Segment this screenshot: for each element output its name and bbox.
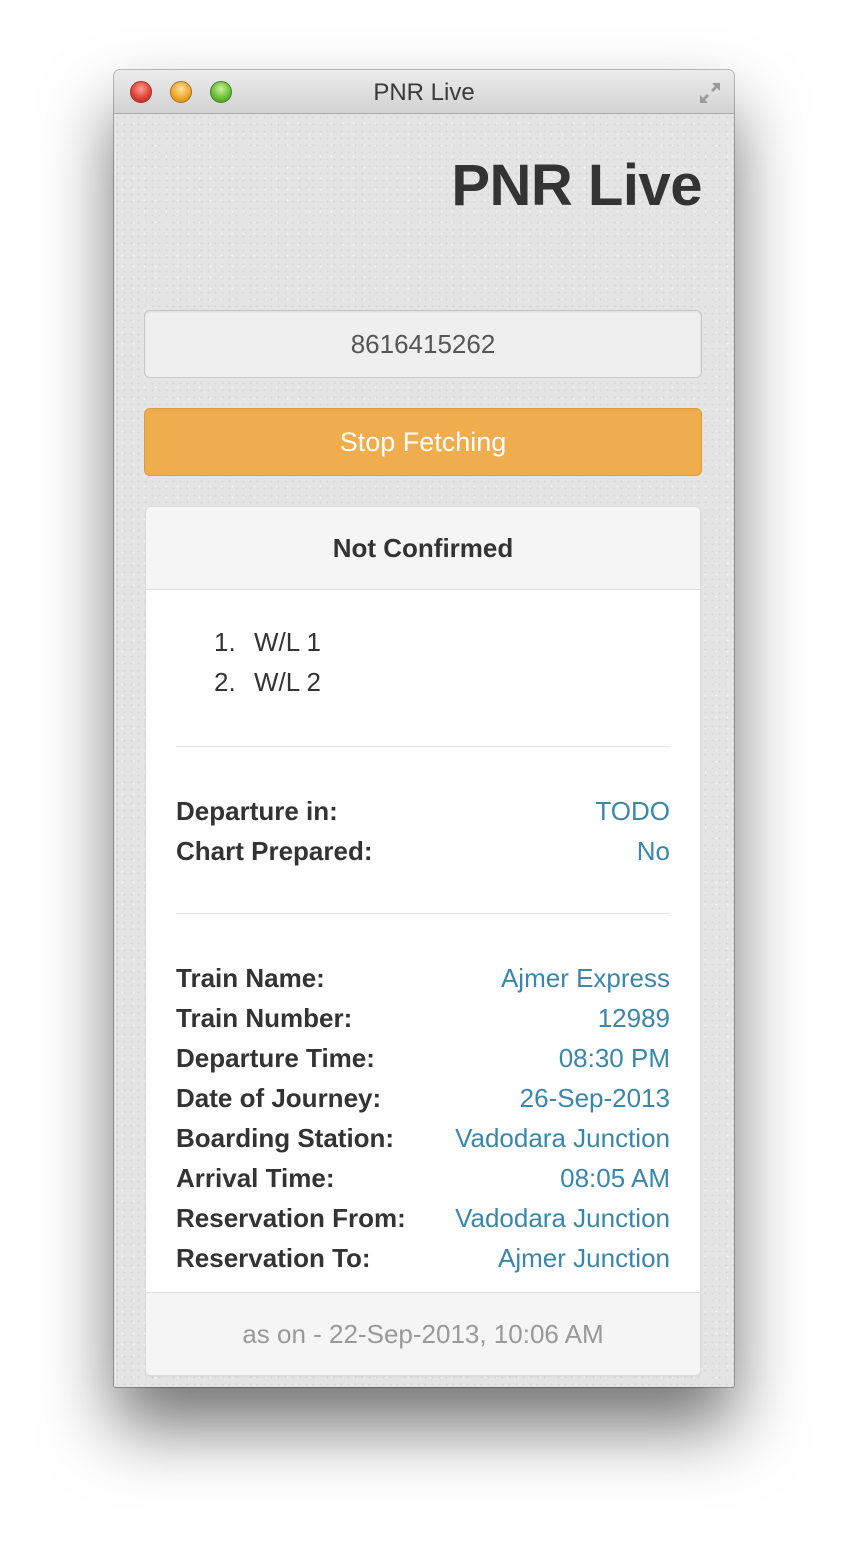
info-label: Departure in: bbox=[176, 796, 338, 826]
info-label: Train Name: bbox=[176, 963, 325, 993]
info-value: No bbox=[636, 836, 670, 866]
fullscreen-icon[interactable] bbox=[696, 79, 724, 107]
info-row: Departure in: TODO bbox=[176, 791, 670, 831]
booking-status-heading: Not Confirmed bbox=[146, 507, 700, 590]
summary-section: Departure in: TODO Chart Prepared: No bbox=[176, 747, 670, 913]
journey-section: Train Name: Ajmer Express Train Number: … bbox=[176, 914, 670, 1308]
info-value: 26-Sep-2013 bbox=[519, 1083, 670, 1113]
page-title: PNR Live bbox=[451, 153, 702, 218]
panel-body: 1. W/L 1 2. W/L 2 Departure in: TODO Chart… bbox=[146, 590, 700, 1308]
info-row: Train Name: Ajmer Express bbox=[176, 958, 670, 998]
last-updated-footer: as on - 22-Sep-2013, 10:06 AM bbox=[146, 1292, 700, 1375]
passenger-list: 1. W/L 1 2. W/L 2 bbox=[176, 590, 670, 702]
info-row: Train Number: 12989 bbox=[176, 998, 670, 1038]
stop-fetching-button[interactable]: Stop Fetching bbox=[144, 408, 702, 476]
title-bar[interactable]: PNR Live bbox=[114, 70, 734, 114]
info-row: Chart Prepared: No bbox=[176, 831, 670, 871]
info-label: Reservation From: bbox=[176, 1203, 406, 1233]
info-row: Date of Journey: 26-Sep-2013 bbox=[176, 1078, 670, 1118]
info-row: Departure Time: 08:30 PM bbox=[176, 1038, 670, 1078]
info-row: Reservation To: Ajmer Junction bbox=[176, 1238, 670, 1278]
info-label: Reservation To: bbox=[176, 1243, 371, 1273]
list-item: 2. W/L 2 bbox=[214, 662, 670, 702]
info-label: Chart Prepared: bbox=[176, 836, 373, 866]
list-item-number: 2. bbox=[214, 667, 236, 697]
list-item-status: W/L 1 bbox=[254, 627, 321, 657]
info-row: Arrival Time: 08:05 AM bbox=[176, 1158, 670, 1198]
info-label: Departure Time: bbox=[176, 1043, 375, 1073]
list-item-status: W/L 2 bbox=[254, 667, 321, 697]
info-value: Vadodara Junction bbox=[455, 1123, 670, 1153]
info-value: 08:05 AM bbox=[560, 1163, 670, 1193]
info-value: 12989 bbox=[597, 1003, 670, 1033]
app-window: PNR Live PNR Live Stop Fetching Not Conf… bbox=[114, 70, 734, 1387]
pnr-input[interactable] bbox=[144, 310, 702, 378]
info-label: Arrival Time: bbox=[176, 1163, 335, 1193]
list-item: 1. W/L 1 bbox=[214, 622, 670, 662]
pnr-status-panel: Not Confirmed 1. W/L 1 2. W/L 2 Departure … bbox=[145, 506, 701, 1376]
info-value: Vadodara Junction bbox=[455, 1203, 670, 1233]
info-row: Reservation From: Vadodara Junction bbox=[176, 1198, 670, 1238]
window-title: PNR Live bbox=[373, 79, 475, 106]
info-value: 08:30 PM bbox=[558, 1043, 670, 1073]
info-value: Ajmer Junction bbox=[498, 1243, 670, 1273]
info-label: Date of Journey: bbox=[176, 1083, 382, 1113]
info-label: Boarding Station: bbox=[176, 1123, 395, 1153]
info-label: Train Number: bbox=[176, 1003, 353, 1033]
list-item-number: 1. bbox=[214, 627, 236, 657]
info-value: Ajmer Express bbox=[500, 963, 670, 993]
info-row: Boarding Station: Vadodara Junction bbox=[176, 1118, 670, 1158]
info-value: TODO bbox=[595, 796, 670, 826]
window-content: PNR Live Stop Fetching Not Confirmed 1. W… bbox=[114, 114, 734, 1387]
